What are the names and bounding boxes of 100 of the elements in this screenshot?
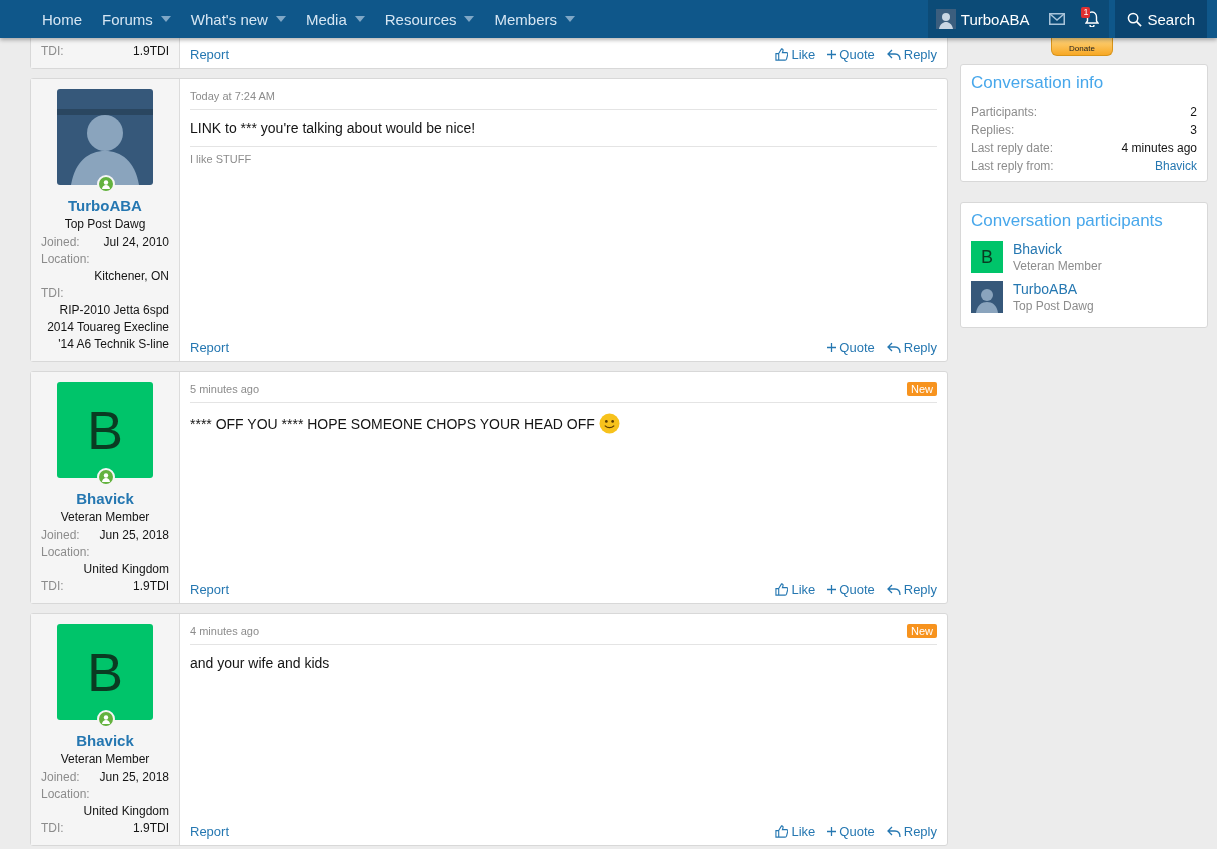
plus-icon	[827, 50, 837, 59]
username-link[interactable]: TurboABA	[41, 197, 169, 214]
quote-link[interactable]: Quote	[827, 582, 875, 597]
like-link[interactable]: Like	[775, 824, 816, 839]
avatar[interactable]	[57, 89, 153, 185]
like-link[interactable]: Like	[775, 582, 816, 597]
field-value: 1.9TDI	[133, 820, 169, 837]
message-text: **** OFF YOU **** HOPE SOMEONE CHOPS YOUR HEAD OFF	[190, 415, 595, 432]
user-title: Veteran Member	[59, 752, 151, 766]
message-text: LINK to *** you're talking about would be nice!	[190, 120, 476, 136]
alerts-button[interactable]: 1	[1075, 0, 1110, 38]
quote-link[interactable]: Quote	[827, 824, 875, 839]
user-title: Veteran Member	[59, 510, 151, 524]
participant-title: Veteran Member	[1013, 259, 1102, 273]
thumbs-up-icon	[775, 48, 789, 61]
info-value: 2	[1190, 104, 1197, 121]
field-label: Location:	[41, 251, 91, 268]
signature-text: I like STUFF	[190, 146, 937, 165]
report-link[interactable]: Report	[190, 582, 230, 597]
reply-icon	[886, 341, 901, 354]
report-link[interactable]: Report	[190, 824, 230, 839]
donate-button[interactable]: Donate	[1051, 38, 1113, 56]
search-icon	[1127, 11, 1143, 27]
caret-icon	[565, 16, 575, 22]
reply-link[interactable]: Reply	[886, 47, 937, 62]
info-label: Replies:	[971, 122, 1015, 139]
avatar	[935, 9, 956, 29]
field-value: 1.9TDI	[133, 43, 169, 60]
reply-icon	[886, 825, 901, 838]
thumbs-up-icon	[775, 583, 789, 596]
card-title: Conversation info	[971, 73, 1105, 93]
user-title: Top Post Dawg	[63, 217, 147, 231]
field-label: Joined:	[41, 234, 80, 251]
nav-tab[interactable]: What's new	[180, 0, 296, 38]
participant-name-link[interactable]: TurboABA	[1013, 281, 1094, 297]
field-label: TDI:	[41, 43, 64, 60]
alert-count-badge: 1	[1081, 7, 1091, 18]
field-value: United Kingdom	[82, 803, 169, 820]
report-link[interactable]: Report	[190, 340, 230, 355]
field-value: 1.9TDI	[133, 578, 169, 595]
participant-name-link[interactable]: Bhavick	[1013, 241, 1102, 257]
participant-title: Top Post Dawg	[1013, 299, 1094, 313]
nav-tab[interactable]: Resources	[374, 0, 485, 38]
new-badge: New	[907, 624, 937, 638]
quote-link[interactable]: Quote	[827, 340, 875, 355]
info-value: 3	[1190, 122, 1197, 139]
card-title: Conversation participants	[971, 211, 1164, 231]
like-link[interactable]: Like	[775, 47, 816, 62]
field-label: TDI:	[41, 285, 65, 302]
reply-link[interactable]: Reply	[886, 824, 937, 839]
account-link[interactable]: TurboABA	[927, 0, 1040, 38]
field-value: United Kingdom	[82, 561, 169, 578]
field-label: Location:	[41, 544, 91, 561]
quote-link[interactable]: Quote	[827, 47, 875, 62]
field-value: Jun 25, 2018	[99, 527, 169, 544]
plus-icon	[827, 585, 837, 594]
username-link[interactable]: Bhavick	[41, 732, 169, 749]
username-link[interactable]: Bhavick	[41, 490, 169, 507]
field-label: TDI:	[41, 578, 64, 595]
new-badge: New	[907, 382, 937, 396]
reply-link[interactable]: Reply	[886, 340, 937, 355]
reply-icon	[886, 583, 901, 596]
avatar[interactable]	[971, 281, 1003, 313]
avatar[interactable]: B	[57, 382, 153, 478]
nav-tab[interactable]: Forums	[92, 0, 181, 38]
search-button[interactable]: Search	[1115, 0, 1207, 38]
plus-icon	[827, 827, 837, 836]
thumbs-up-icon	[775, 825, 789, 838]
field-value: RIP-2010 Jetta 6spd 2014 Touareg Execline '14 A6 Technik S-line	[46, 302, 169, 353]
caret-icon	[354, 16, 365, 22]
post-date: 4 minutes ago	[190, 625, 260, 637]
caret-icon	[160, 16, 171, 22]
field-value: Jul 24, 2010	[103, 234, 169, 251]
nav-tab[interactable]: Members	[484, 0, 585, 38]
info-value: 4 minutes ago	[1121, 140, 1197, 157]
avatar[interactable]: B	[971, 241, 1003, 273]
field-label: Joined:	[41, 527, 80, 544]
info-link[interactable]: Bhavick	[1154, 157, 1197, 175]
info-label: Participants:	[971, 104, 1038, 121]
plus-icon	[827, 343, 837, 352]
field-label: TDI:	[41, 820, 64, 837]
post-date: Today at 7:24 AM	[190, 90, 275, 102]
reply-link[interactable]: Reply	[886, 582, 937, 597]
message-text: and your wife and kids	[190, 655, 330, 671]
info-label: Last reply date:	[971, 140, 1054, 157]
post-date: 5 minutes ago	[190, 383, 260, 395]
avatar[interactable]: B	[57, 624, 153, 720]
field-value: Kitchener, ON	[93, 268, 169, 285]
reply-icon	[886, 48, 901, 61]
field-value: Jun 25, 2018	[99, 769, 169, 786]
caret-icon	[464, 16, 475, 22]
field-label: Joined:	[41, 769, 80, 786]
bell-icon	[1085, 11, 1100, 27]
report-link[interactable]: Report	[190, 47, 230, 62]
nav-tab[interactable]: Home	[32, 0, 92, 38]
envelope-icon	[1049, 13, 1066, 25]
nav-tab[interactable]: Media	[295, 0, 375, 38]
caret-icon	[275, 16, 286, 22]
info-label: Last reply from:	[971, 158, 1054, 175]
field-label: Location:	[41, 786, 91, 803]
